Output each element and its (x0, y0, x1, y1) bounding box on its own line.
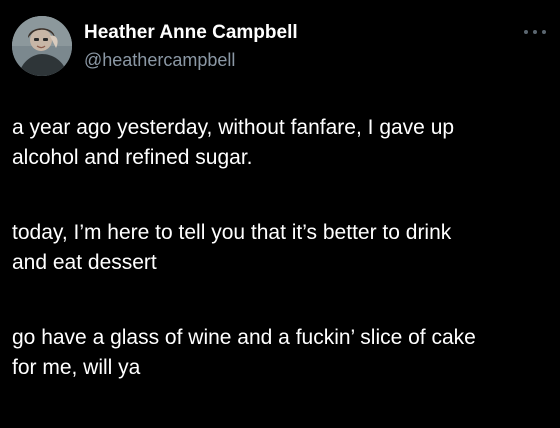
tweet-paragraph: a year ago yesterday, without fanfare, I… (12, 113, 552, 173)
tweet-card: Heather Anne Campbell @heathercampbell a… (0, 0, 560, 405)
tweet-line: today, I’m here to tell you that it’s be… (12, 221, 452, 244)
tweet-line: for me, will ya (12, 356, 141, 379)
more-options-icon[interactable] (524, 26, 546, 38)
avatar[interactable] (12, 16, 72, 76)
profile-photo-icon (12, 16, 72, 76)
tweet-line: go have a glass of wine and a fuckin’ sl… (12, 326, 476, 349)
tweet-line: and eat dessert (12, 251, 157, 274)
author-display-name[interactable]: Heather Anne Campbell (84, 22, 298, 44)
tweet-text: a year ago yesterday, without fanfare, I… (12, 113, 552, 428)
tweet-line: a year ago yesterday, without fanfare, I… (12, 116, 455, 139)
author-handle[interactable]: @heathercampbell (84, 49, 235, 71)
tweet-paragraph: today, I’m here to tell you that it’s be… (12, 218, 552, 278)
tweet-line: alcohol and refined sugar. (12, 146, 253, 169)
tweet-paragraph: go have a glass of wine and a fuckin’ sl… (12, 323, 552, 383)
